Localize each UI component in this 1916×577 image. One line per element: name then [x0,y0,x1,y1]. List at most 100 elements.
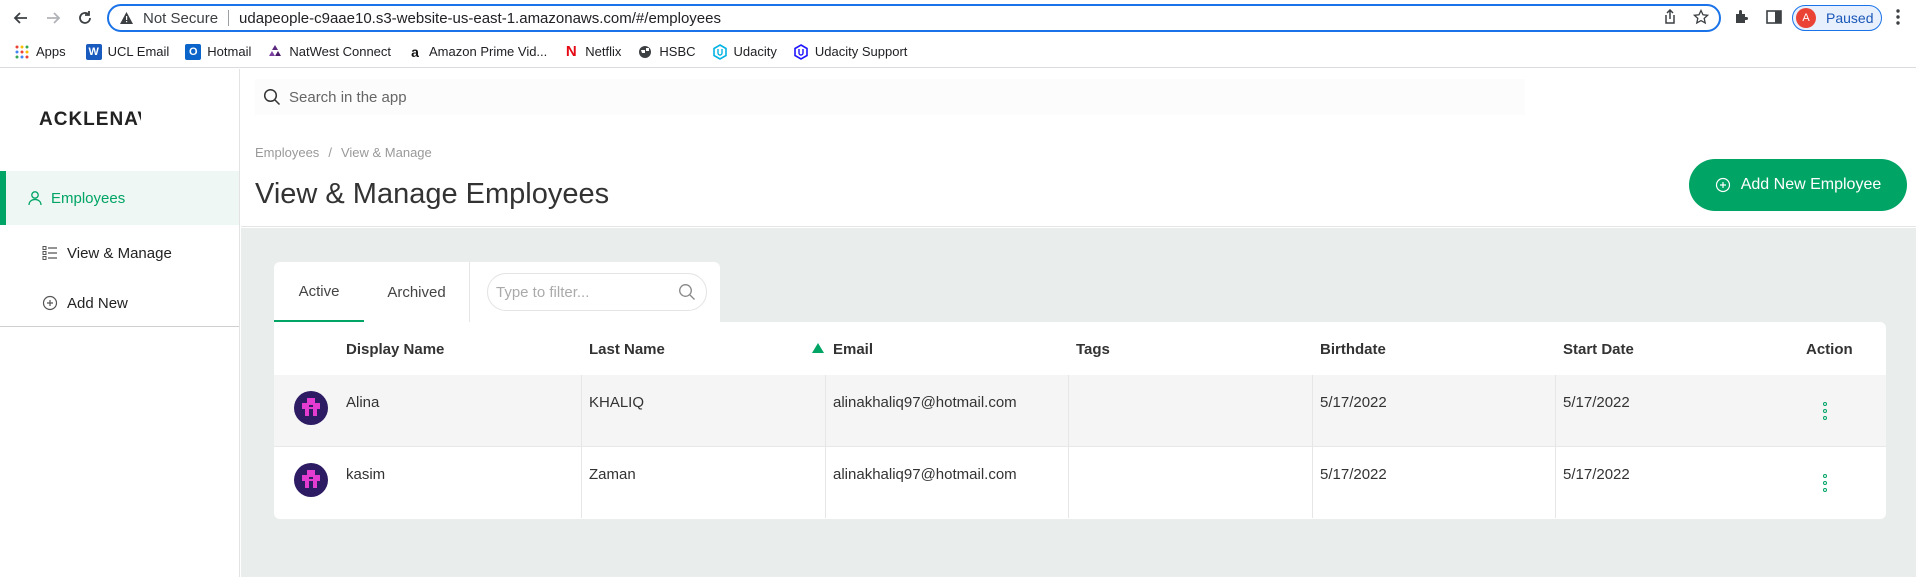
sidebar-item-label: Employees [51,189,126,207]
globe-icon [637,44,653,60]
sidebar-divider [0,326,239,327]
address-bar[interactable]: Not Secure udapeople-c9aae10.s3-website-… [107,4,1721,32]
bookmark-label: Udacity Support [814,44,908,59]
bookmark-label: Udacity [733,44,777,59]
add-button-label: Add New Employee [1740,176,1882,193]
column-divider [1312,447,1313,518]
reload-icon[interactable] [74,7,96,29]
filter-input[interactable]: Type to filter... [487,273,707,311]
column-header-action: Action [1806,341,1853,358]
profile-button[interactable]: A Paused [1792,5,1882,31]
page-title: View & Manage Employees [255,178,610,210]
app-topbar: Search in the app [241,69,1916,126]
column-header-tags[interactable]: Tags [1076,341,1110,358]
share-icon[interactable] [1663,8,1677,29]
column-header-last-name[interactable]: Last Name [589,341,665,358]
cell-last-name: KHALIQ [589,394,645,411]
bookmark-star-icon[interactable] [1692,8,1710,29]
employee-avatar [294,391,328,425]
page-header: Employees / View & Manage View & Manage Em… [241,126,1916,227]
sort-ascending-icon[interactable] [812,343,824,353]
side-panel-icon[interactable] [1765,8,1783,31]
column-divider [581,447,582,518]
bookmark-label: NatWest Connect [289,44,392,59]
warning-icon [119,11,137,25]
cell-last-name: Zaman [589,466,636,483]
amazon-icon: a [411,43,419,60]
bookmark-udacity-support[interactable]: Udacity Support [793,43,908,60]
search-placeholder: Search in the app [289,88,407,106]
column-divider [1068,447,1069,518]
column-divider [825,447,826,518]
add-new-employee-button[interactable]: Add New Employee [1689,159,1907,211]
column-header-start-date[interactable]: Start Date [1563,341,1634,358]
bookmark-ucl-email[interactable]: W UCL Email [85,43,170,60]
extensions-icon[interactable] [1733,8,1751,31]
app-sidebar: ACKLENAVE Employees View & Manage Add Ne… [0,69,240,577]
tab-label: Archived [387,283,446,301]
profile-avatar: A [1796,8,1816,28]
bookmarks-bar: Apps W UCL Email O Hotmail NatWest Conne… [0,36,1916,68]
sidebar-item-view-manage[interactable]: View & Manage [0,228,239,278]
search-icon [263,88,281,106]
bookmark-label: Hotmail [207,44,252,59]
forward-icon[interactable] [42,7,64,29]
outlook-icon: O [185,43,202,60]
bookmark-label: Amazon Prime Vid... [429,44,548,59]
apps-grid-icon [14,44,30,60]
security-label[interactable]: Not Secure [143,10,218,27]
bookmark-amazon[interactable]: a Amazon Prime Vid... [407,44,547,60]
browser-menu-icon[interactable] [1896,9,1900,30]
table-row[interactable]: Alina KHALIQ alinakhaliq97@hotmail.com 5… [274,375,1886,446]
breadcrumb-view-manage: View & Manage [340,145,432,160]
udacity-icon [712,43,728,60]
bookmark-udacity[interactable]: Udacity [712,43,777,60]
employee-avatar [294,463,328,497]
netflix-icon: N [565,43,577,60]
bookmark-apps[interactable]: Apps [14,44,66,60]
column-divider [825,375,826,446]
column-header-display-name[interactable]: Display Name [346,341,444,358]
row-actions-icon[interactable] [1823,474,1827,492]
cell-email: alinakhaliq97@hotmail.com [833,466,1017,483]
column-divider [1555,375,1556,446]
address-divider [228,10,230,26]
row-actions-icon[interactable] [1823,402,1827,420]
word-icon: W [85,43,102,60]
column-header-birthdate[interactable]: Birthdate [1320,341,1386,358]
cell-display-name: kasim [346,466,386,483]
app-logo[interactable]: ACKLENAVE [39,109,141,131]
tab-archived[interactable]: Archived [364,262,469,322]
sidebar-item-label: Add New [67,294,128,312]
bookmark-label: HSBC [659,44,696,59]
tabs-bar: Active Archived Type to filter... [274,262,720,322]
sidebar-item-employees[interactable]: Employees [0,171,239,225]
column-header-email[interactable]: Email [833,341,873,358]
plus-circle-icon [42,295,58,311]
cell-birthdate: 5/17/2022 [1320,394,1387,411]
table-header: Display Name Last Name Email Tags Birthd… [274,322,1886,375]
breadcrumb-employees[interactable]: Employees [255,145,319,160]
back-icon[interactable] [10,7,32,29]
user-icon [27,190,43,206]
sidebar-item-add-new[interactable]: Add New [0,278,239,328]
cell-display-name: Alina [346,394,380,411]
browser-toolbar: Not Secure udapeople-c9aae10.s3-website-… [0,0,1916,36]
breadcrumb-separator: / [328,145,332,160]
tab-divider [469,262,470,322]
bookmark-hotmail[interactable]: O Hotmail [185,43,252,60]
bookmark-netflix[interactable]: N Netflix [563,43,622,60]
bookmark-label: UCL Email [107,44,170,59]
app-search-input[interactable]: Search in the app [255,79,1525,115]
bookmark-label: Netflix [585,44,622,59]
plus-circle-icon [1715,177,1731,193]
main-content: Active Archived Type to filter... Displa… [241,228,1916,577]
column-divider [1555,447,1556,518]
bookmark-hsbc[interactable]: HSBC [637,44,696,60]
list-icon [42,245,58,261]
table-row[interactable]: kasim Zaman alinakhaliq97@hotmail.com 5/… [274,447,1886,518]
tab-active[interactable]: Active [274,262,364,322]
url-text[interactable]: udapeople-c9aae10.s3-website-us-east-1.a… [239,10,721,27]
bookmark-natwest[interactable]: NatWest Connect [267,44,391,60]
natwest-icon [267,44,283,60]
